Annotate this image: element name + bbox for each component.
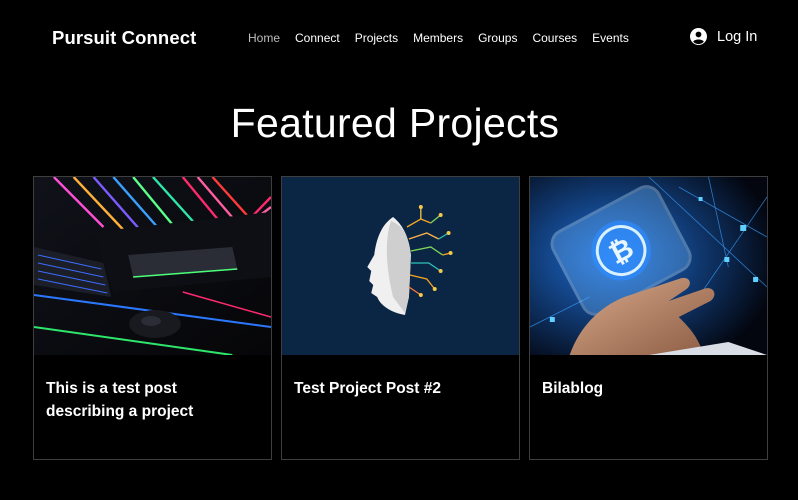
nav-members[interactable]: Members — [413, 31, 463, 45]
login-button[interactable]: Log In — [690, 28, 757, 45]
nav-groups[interactable]: Groups — [478, 31, 517, 45]
page-title: Featured Projects — [230, 100, 560, 146]
login-label: Log In — [717, 28, 758, 45]
project-image-neon-desk — [34, 177, 271, 355]
nav-courses[interactable]: Courses — [532, 31, 577, 45]
project-image-ai-head — [282, 177, 519, 355]
project-title-1[interactable]: This is a test post describing a project — [46, 377, 259, 423]
project-card-3[interactable]: ₿ Bilablog — [529, 176, 768, 460]
site-logo[interactable]: Pursuit Connect — [52, 27, 196, 49]
project-title-2[interactable]: Test Project Post #2 — [294, 377, 507, 400]
project-title-3[interactable]: Bilablog — [542, 377, 755, 400]
nav-events[interactable]: Events — [592, 31, 629, 45]
project-image-bitcoin-hand: ₿ — [530, 177, 767, 355]
nav-projects[interactable]: Projects — [355, 31, 398, 45]
project-card-1[interactable]: This is a test post describing a project — [33, 176, 272, 460]
nav-connect[interactable]: Connect — [295, 31, 340, 45]
nav-home[interactable]: Home — [248, 31, 280, 45]
site-header: Pursuit Connect Home Connect Projects Me… — [0, 0, 798, 76]
main-nav: Home Connect Projects Members Groups Cou… — [248, 31, 644, 45]
project-card-2[interactable]: Test Project Post #2 — [281, 176, 520, 460]
user-avatar-icon — [690, 28, 707, 45]
